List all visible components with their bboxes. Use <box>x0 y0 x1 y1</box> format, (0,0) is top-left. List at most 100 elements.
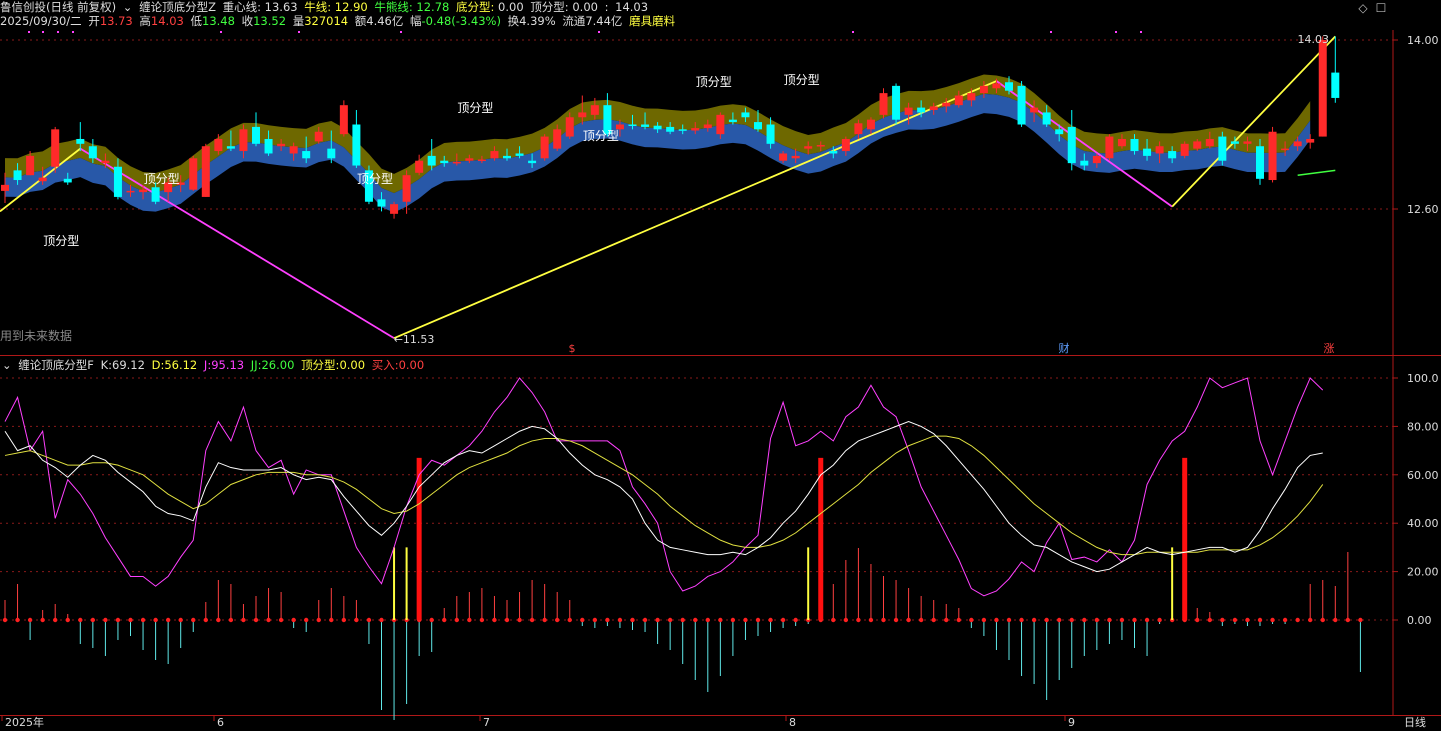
candle-body[interactable] <box>766 124 775 144</box>
candle-body[interactable] <box>402 175 411 202</box>
candle-body[interactable] <box>189 158 198 190</box>
candle-body[interactable] <box>1218 136 1227 161</box>
candle-body[interactable] <box>578 112 587 118</box>
candle-body[interactable] <box>954 95 963 106</box>
candle-body[interactable] <box>126 190 135 193</box>
candle-body[interactable] <box>226 146 235 149</box>
candle-body[interactable] <box>515 153 524 156</box>
candle-body[interactable] <box>841 138 850 152</box>
candle-body[interactable] <box>641 124 650 127</box>
candle-body[interactable] <box>113 166 122 197</box>
indicator-name[interactable]: 缠论顶底分型Z <box>139 0 216 14</box>
candle-body[interactable] <box>929 106 938 111</box>
candle-body[interactable] <box>139 189 148 193</box>
candle-body[interactable] <box>76 138 85 144</box>
candle-body[interactable] <box>590 105 599 115</box>
candle-body[interactable] <box>1067 126 1076 164</box>
candle-body[interactable] <box>1080 160 1089 166</box>
candle-body[interactable] <box>553 129 562 149</box>
candle-body[interactable] <box>1155 146 1164 154</box>
candle-body[interactable] <box>201 146 210 197</box>
close-panel-icon[interactable]: ☐ <box>1374 1 1388 15</box>
candle-body[interactable] <box>1005 82 1013 91</box>
candle-body[interactable] <box>490 151 499 159</box>
candle-body[interactable] <box>528 160 537 164</box>
indicator-toggle-icon[interactable]: ⌄ <box>123 0 133 14</box>
candle-body[interactable] <box>1105 136 1114 159</box>
candle-body[interactable] <box>892 85 901 120</box>
candle-body[interactable] <box>879 93 888 115</box>
candle-body[interactable] <box>101 160 110 164</box>
candle-body[interactable] <box>1293 141 1302 147</box>
candle-body[interactable] <box>1130 138 1139 152</box>
stock-title[interactable]: 鲁信创投(日线 前复权) <box>0 0 116 14</box>
candle-body[interactable] <box>26 155 35 176</box>
candle-body[interactable] <box>854 123 863 135</box>
candle-body[interactable] <box>866 119 875 130</box>
candle-body[interactable] <box>38 177 47 182</box>
candle-body[interactable] <box>829 151 838 154</box>
candle-body[interactable] <box>289 146 298 154</box>
candle-body[interactable] <box>703 124 712 129</box>
candle-body[interactable] <box>779 153 788 161</box>
candle-body[interactable] <box>678 129 687 131</box>
candle-body[interactable] <box>1230 141 1239 144</box>
candle-body[interactable] <box>1331 72 1340 98</box>
candle-body[interactable] <box>503 155 511 159</box>
candle-body[interactable] <box>465 158 474 161</box>
candle-body[interactable] <box>1017 85 1026 125</box>
candle-body[interactable] <box>88 146 97 159</box>
candle-body[interactable] <box>1281 148 1290 151</box>
candle-body[interactable] <box>264 138 273 154</box>
candle-body[interactable] <box>252 126 260 144</box>
candle-body[interactable] <box>992 83 1001 89</box>
candle-body[interactable] <box>377 199 386 207</box>
candle-body[interactable] <box>1168 151 1177 159</box>
candle-body[interactable] <box>314 131 323 142</box>
candle-body[interactable] <box>1306 138 1315 143</box>
candle-body[interactable] <box>741 112 750 118</box>
candle-body[interactable] <box>1268 131 1277 181</box>
candle-body[interactable] <box>339 105 348 135</box>
candle-body[interactable] <box>51 129 60 167</box>
candle-body[interactable] <box>754 122 762 130</box>
candle-body[interactable] <box>791 155 800 159</box>
candle-body[interactable] <box>427 155 436 166</box>
candle-body[interactable] <box>415 160 424 173</box>
candle-body[interactable] <box>63 178 72 183</box>
candle-body[interactable] <box>277 143 286 147</box>
candle-body[interactable] <box>1243 141 1252 144</box>
candle-body[interactable] <box>716 114 725 135</box>
sub-toggle-icon[interactable]: ⌄ <box>2 358 12 372</box>
candle-body[interactable] <box>628 124 637 127</box>
candle-body[interactable] <box>352 124 361 166</box>
candle-body[interactable] <box>804 146 813 149</box>
candle-body[interactable] <box>728 119 737 123</box>
candle-body[interactable] <box>1042 112 1051 125</box>
candle-body[interactable] <box>967 93 976 101</box>
chart-stage[interactable]: 14.00 12.60 100.0 80.00 60.00 40.00 20.00 0.00 顶… <box>0 0 1441 729</box>
candle-body[interactable] <box>1092 155 1101 164</box>
candle-body[interactable] <box>1256 146 1264 179</box>
candle-body[interactable] <box>1 184 9 191</box>
candle-body[interactable] <box>979 85 988 94</box>
candle-body[interactable] <box>477 159 486 162</box>
candle-body[interactable] <box>1318 40 1327 137</box>
candle-body[interactable] <box>452 161 461 164</box>
candle-body[interactable] <box>942 102 951 107</box>
candle-body[interactable] <box>565 117 574 137</box>
candle-body[interactable] <box>816 145 825 147</box>
candle-body[interactable] <box>917 107 926 113</box>
candle-body[interactable] <box>440 160 449 164</box>
candle-body[interactable] <box>239 129 248 152</box>
candle-body[interactable] <box>1205 138 1214 147</box>
candle-body[interactable] <box>691 128 700 131</box>
candle-body[interactable] <box>904 107 913 115</box>
candle-body[interactable] <box>302 151 311 159</box>
sub-title[interactable]: 缠论顶底分型F <box>18 358 94 372</box>
candle-body[interactable] <box>390 204 399 214</box>
candle-body[interactable] <box>214 138 223 152</box>
candle-body[interactable] <box>1117 138 1126 147</box>
candle-body[interactable] <box>1143 148 1152 156</box>
candle-body[interactable] <box>13 170 22 181</box>
